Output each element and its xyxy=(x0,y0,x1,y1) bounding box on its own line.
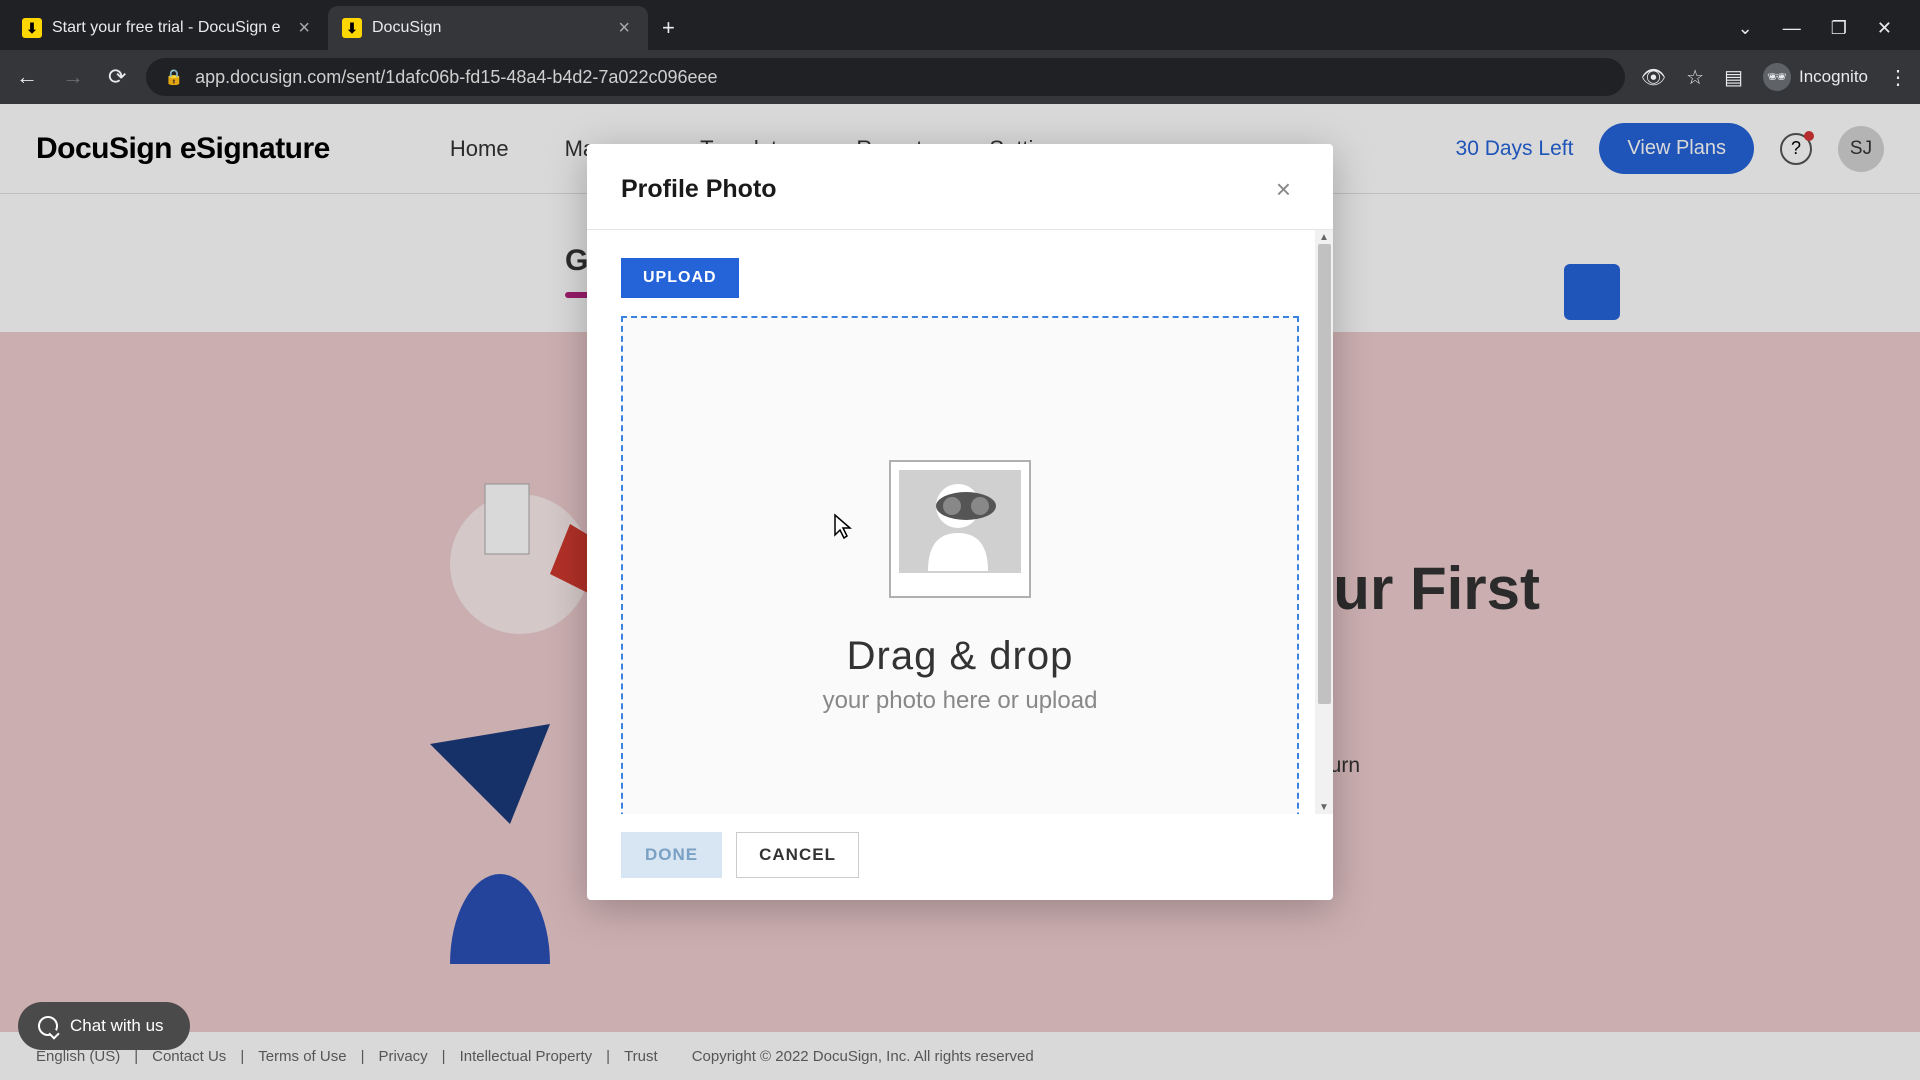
live-chat-button[interactable]: Chat with us xyxy=(18,1002,190,1050)
footer-copyright: Copyright © 2022 DocuSign, Inc. All righ… xyxy=(692,1048,1034,1065)
help-button[interactable]: ? xyxy=(1780,133,1812,165)
modal-close-button[interactable]: × xyxy=(1268,172,1299,207)
reader-icon[interactable]: ▤ xyxy=(1724,65,1743,90)
nav-home[interactable]: Home xyxy=(450,136,509,162)
back-button[interactable]: ← xyxy=(12,60,42,94)
browser-tab[interactable]: ⬇ Start your free trial - DocuSign e × xyxy=(8,6,328,50)
chat-icon xyxy=(38,1016,58,1036)
incognito-icon: 🕶 xyxy=(1763,63,1791,91)
minimize-icon[interactable]: — xyxy=(1783,18,1801,39)
tab-close-icon[interactable]: × xyxy=(614,15,634,42)
scrollbar[interactable]: ▲ ▼ xyxy=(1315,230,1333,814)
tab-search-icon[interactable]: ⌄ xyxy=(1738,18,1753,39)
upload-button[interactable]: UPLOAD xyxy=(621,258,739,298)
placeholder-photo-frame xyxy=(889,460,1031,598)
forward-button: → xyxy=(58,60,88,94)
footer-trust[interactable]: Trust xyxy=(624,1048,658,1065)
scroll-up-icon[interactable]: ▲ xyxy=(1315,230,1333,244)
url-text: app.docusign.com/sent/1dafc06b-fd15-48a4… xyxy=(195,67,1607,88)
footer-language[interactable]: English (US) xyxy=(36,1048,120,1065)
eye-off-icon[interactable]: 👁 xyxy=(1641,65,1666,90)
footer-ip[interactable]: Intellectual Property xyxy=(460,1048,593,1065)
new-tab-button[interactable]: + xyxy=(648,15,689,41)
address-bar: ← → ⟳ 🔒 app.docusign.com/sent/1dafc06b-f… xyxy=(0,50,1920,104)
favicon-icon: ⬇ xyxy=(342,18,362,38)
url-box[interactable]: 🔒 app.docusign.com/sent/1dafc06b-fd15-48… xyxy=(146,58,1624,96)
footer-terms[interactable]: Terms of Use xyxy=(258,1048,346,1065)
bookmark-star-icon[interactable]: ☆ xyxy=(1686,65,1704,90)
scroll-thumb[interactable] xyxy=(1318,244,1331,704)
avatar-placeholder-icon xyxy=(910,471,1010,571)
browser-tab-active[interactable]: ⬇ DocuSign × xyxy=(328,6,648,50)
dropzone-title: Drag & drop xyxy=(847,634,1074,679)
bg-button xyxy=(1564,264,1620,320)
logo: DocuSign eSignature xyxy=(36,132,330,166)
scroll-down-icon[interactable]: ▼ xyxy=(1315,800,1333,814)
chat-label: Chat with us xyxy=(70,1016,164,1036)
lock-icon: 🔒 xyxy=(164,68,183,86)
footer-privacy[interactable]: Privacy xyxy=(378,1048,427,1065)
window-controls: ⌄ — ❐ ✕ xyxy=(1738,18,1912,39)
avatar[interactable]: SJ xyxy=(1838,126,1884,172)
footer: English (US)| Contact Us| Terms of Use| … xyxy=(0,1032,1920,1080)
maximize-icon[interactable]: ❐ xyxy=(1831,18,1847,39)
reload-button[interactable]: ⟳ xyxy=(104,60,130,94)
incognito-label: Incognito xyxy=(1799,67,1868,87)
kebab-menu-icon[interactable]: ⋮ xyxy=(1888,65,1908,90)
dropzone-subtitle: your photo here or upload xyxy=(823,687,1098,715)
trial-days-left[interactable]: 30 Days Left xyxy=(1456,137,1574,161)
close-window-icon[interactable]: ✕ xyxy=(1877,18,1892,39)
incognito-badge[interactable]: 🕶 Incognito xyxy=(1763,63,1868,91)
profile-photo-modal: Profile Photo × UPLOAD xyxy=(587,144,1333,900)
done-button[interactable]: DONE xyxy=(621,832,722,878)
tab-title: Start your free trial - DocuSign e xyxy=(52,19,284,37)
bg-hero-text: our First xyxy=(1297,554,1540,623)
cancel-button[interactable]: CANCEL xyxy=(736,832,859,878)
footer-contact[interactable]: Contact Us xyxy=(152,1048,226,1065)
tab-bar: ⬇ Start your free trial - DocuSign e × ⬇… xyxy=(0,0,1920,50)
view-plans-button[interactable]: View Plans xyxy=(1599,123,1754,174)
page-title-partial: G xyxy=(565,244,588,278)
tab-close-icon[interactable]: × xyxy=(294,15,314,42)
favicon-icon: ⬇ xyxy=(22,18,42,38)
tab-title: DocuSign xyxy=(372,19,604,37)
notification-dot-icon xyxy=(1804,131,1814,141)
modal-title: Profile Photo xyxy=(621,175,777,204)
photo-dropzone[interactable]: Drag & drop your photo here or upload xyxy=(621,316,1299,814)
